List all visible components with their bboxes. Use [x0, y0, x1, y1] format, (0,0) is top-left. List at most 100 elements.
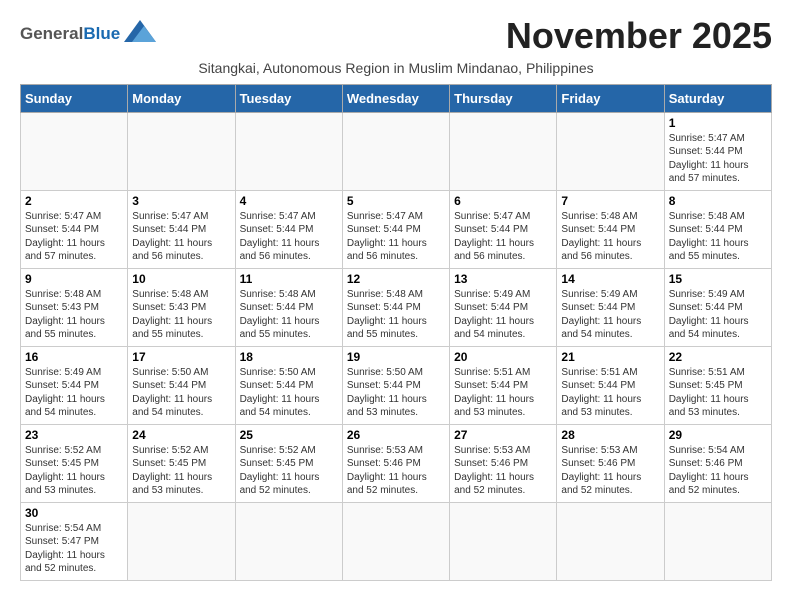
day-info: Sunrise: 5:47 AM Sunset: 5:44 PM Dayligh… [132, 210, 230, 264]
calendar-cell: 25 Sunrise: 5:52 AM Sunset: 5:45 PM Dayli… [235, 424, 342, 502]
calendar-cell [342, 112, 449, 190]
calendar-cell: 20Sunrise: 5:51 AM Sunset: 5:44 PM Dayli… [450, 346, 557, 424]
calendar-cell: 16 Sunrise: 5:49 AM Sunset: 5:44 PM Dayli… [21, 346, 128, 424]
calendar-header-row: SundayMondayTuesdayWednesdayThursdayFrid… [21, 84, 772, 112]
day-number: 9 [25, 272, 123, 286]
day-number: 11 [240, 272, 338, 286]
logo-icon [124, 20, 156, 42]
calendar-week-row: 30Sunrise: 5:54 AM Sunset: 5:47 PM Dayli… [21, 502, 772, 580]
day-number: 8 [669, 194, 767, 208]
calendar-cell: 29 Sunrise: 5:54 AM Sunset: 5:46 PM Dayli… [664, 424, 771, 502]
day-info: Sunrise: 5:47 AM Sunset: 5:44 PM Dayligh… [240, 210, 338, 264]
day-info: Sunrise: 5:52 AM Sunset: 5:45 PM Dayligh… [240, 444, 338, 498]
day-info: Sunrise: 5:54 AM Sunset: 5:47 PM Dayligh… [25, 522, 123, 576]
calendar-cell [235, 112, 342, 190]
day-info: Sunrise: 5:52 AM Sunset: 5:45 PM Dayligh… [132, 444, 230, 498]
calendar-cell [450, 112, 557, 190]
day-info: Sunrise: 5:48 AM Sunset: 5:43 PM Dayligh… [25, 288, 123, 342]
calendar-cell: 3 Sunrise: 5:47 AM Sunset: 5:44 PM Daylig… [128, 190, 235, 268]
calendar-cell [664, 502, 771, 580]
day-number: 25 [240, 428, 338, 442]
day-of-week-header: Sunday [21, 84, 128, 112]
day-info: Sunrise: 5:48 AM Sunset: 5:44 PM Dayligh… [240, 288, 338, 342]
day-number: 23 [25, 428, 123, 442]
calendar-cell: 4Sunrise: 5:47 AM Sunset: 5:44 PM Daylig… [235, 190, 342, 268]
day-of-week-header: Tuesday [235, 84, 342, 112]
calendar-week-row: 9 Sunrise: 5:48 AM Sunset: 5:43 PM Daylig… [21, 268, 772, 346]
calendar-cell: 24Sunrise: 5:52 AM Sunset: 5:45 PM Dayli… [128, 424, 235, 502]
calendar-cell: 5 Sunrise: 5:47 AM Sunset: 5:44 PM Daylig… [342, 190, 449, 268]
day-info: Sunrise: 5:47 AM Sunset: 5:44 PM Dayligh… [669, 132, 767, 186]
day-number: 29 [669, 428, 767, 442]
day-info: Sunrise: 5:47 AM Sunset: 5:44 PM Dayligh… [454, 210, 552, 264]
day-number: 10 [132, 272, 230, 286]
calendar-cell [235, 502, 342, 580]
day-info: Sunrise: 5:51 AM Sunset: 5:44 PM Dayligh… [561, 366, 659, 420]
calendar-cell: 17 Sunrise: 5:50 AM Sunset: 5:44 PM Dayli… [128, 346, 235, 424]
calendar-cell [557, 502, 664, 580]
day-info: Sunrise: 5:48 AM Sunset: 5:44 PM Dayligh… [347, 288, 445, 342]
day-info: Sunrise: 5:52 AM Sunset: 5:45 PM Dayligh… [25, 444, 123, 498]
calendar-cell: 2Sunrise: 5:47 AM Sunset: 5:44 PM Daylig… [21, 190, 128, 268]
calendar-cell: 14 Sunrise: 5:49 AM Sunset: 5:44 PM Dayli… [557, 268, 664, 346]
day-number: 21 [561, 350, 659, 364]
day-of-week-header: Monday [128, 84, 235, 112]
calendar-cell [128, 502, 235, 580]
day-number: 18 [240, 350, 338, 364]
day-info: Sunrise: 5:49 AM Sunset: 5:44 PM Dayligh… [561, 288, 659, 342]
calendar-table: SundayMondayTuesdayWednesdayThursdayFrid… [20, 84, 772, 581]
day-number: 15 [669, 272, 767, 286]
logo-blue-text: Blue [83, 25, 120, 42]
calendar-cell: 22Sunrise: 5:51 AM Sunset: 5:45 PM Dayli… [664, 346, 771, 424]
day-info: Sunrise: 5:53 AM Sunset: 5:46 PM Dayligh… [347, 444, 445, 498]
calendar-cell [21, 112, 128, 190]
logo-general-text: General [20, 25, 83, 42]
day-of-week-header: Wednesday [342, 84, 449, 112]
day-info: Sunrise: 5:51 AM Sunset: 5:44 PM Dayligh… [454, 366, 552, 420]
day-number: 7 [561, 194, 659, 208]
day-info: Sunrise: 5:48 AM Sunset: 5:44 PM Dayligh… [669, 210, 767, 264]
day-info: Sunrise: 5:53 AM Sunset: 5:46 PM Dayligh… [561, 444, 659, 498]
day-info: Sunrise: 5:49 AM Sunset: 5:44 PM Dayligh… [25, 366, 123, 420]
day-info: Sunrise: 5:49 AM Sunset: 5:44 PM Dayligh… [669, 288, 767, 342]
calendar-week-row: 2Sunrise: 5:47 AM Sunset: 5:44 PM Daylig… [21, 190, 772, 268]
day-number: 3 [132, 194, 230, 208]
day-number: 13 [454, 272, 552, 286]
day-number: 5 [347, 194, 445, 208]
calendar-cell: 19Sunrise: 5:50 AM Sunset: 5:44 PM Dayli… [342, 346, 449, 424]
day-number: 16 [25, 350, 123, 364]
day-info: Sunrise: 5:53 AM Sunset: 5:46 PM Dayligh… [454, 444, 552, 498]
calendar-cell: 15 Sunrise: 5:49 AM Sunset: 5:44 PM Dayli… [664, 268, 771, 346]
day-info: Sunrise: 5:50 AM Sunset: 5:44 PM Dayligh… [240, 366, 338, 420]
day-number: 22 [669, 350, 767, 364]
day-info: Sunrise: 5:49 AM Sunset: 5:44 PM Dayligh… [454, 288, 552, 342]
day-of-week-header: Thursday [450, 84, 557, 112]
calendar-cell: 26 Sunrise: 5:53 AM Sunset: 5:46 PM Dayli… [342, 424, 449, 502]
day-info: Sunrise: 5:50 AM Sunset: 5:44 PM Dayligh… [132, 366, 230, 420]
day-number: 28 [561, 428, 659, 442]
calendar-cell: 18 Sunrise: 5:50 AM Sunset: 5:44 PM Dayli… [235, 346, 342, 424]
calendar-cell: 6Sunrise: 5:47 AM Sunset: 5:44 PM Daylig… [450, 190, 557, 268]
calendar-cell [450, 502, 557, 580]
calendar-cell: 10Sunrise: 5:48 AM Sunset: 5:43 PM Dayli… [128, 268, 235, 346]
day-number: 17 [132, 350, 230, 364]
calendar-cell: 8 Sunrise: 5:48 AM Sunset: 5:44 PM Daylig… [664, 190, 771, 268]
day-number: 27 [454, 428, 552, 442]
calendar-week-row: 16 Sunrise: 5:49 AM Sunset: 5:44 PM Dayli… [21, 346, 772, 424]
calendar-cell [342, 502, 449, 580]
day-number: 12 [347, 272, 445, 286]
logo: General Blue [20, 20, 156, 42]
calendar-week-row: 1 Sunrise: 5:47 AM Sunset: 5:44 PM Daylig… [21, 112, 772, 190]
calendar-cell: 30Sunrise: 5:54 AM Sunset: 5:47 PM Dayli… [21, 502, 128, 580]
day-info: Sunrise: 5:54 AM Sunset: 5:46 PM Dayligh… [669, 444, 767, 498]
calendar-cell: 11 Sunrise: 5:48 AM Sunset: 5:44 PM Dayli… [235, 268, 342, 346]
day-number: 26 [347, 428, 445, 442]
calendar-cell: 28 Sunrise: 5:53 AM Sunset: 5:46 PM Dayli… [557, 424, 664, 502]
day-number: 14 [561, 272, 659, 286]
day-info: Sunrise: 5:47 AM Sunset: 5:44 PM Dayligh… [347, 210, 445, 264]
day-info: Sunrise: 5:48 AM Sunset: 5:44 PM Dayligh… [561, 210, 659, 264]
day-number: 1 [669, 116, 767, 130]
location-subtitle: Sitangkai, Autonomous Region in Muslim M… [20, 60, 772, 76]
page-header: General Blue November 2025 [20, 16, 772, 56]
month-title: November 2025 [506, 16, 772, 56]
